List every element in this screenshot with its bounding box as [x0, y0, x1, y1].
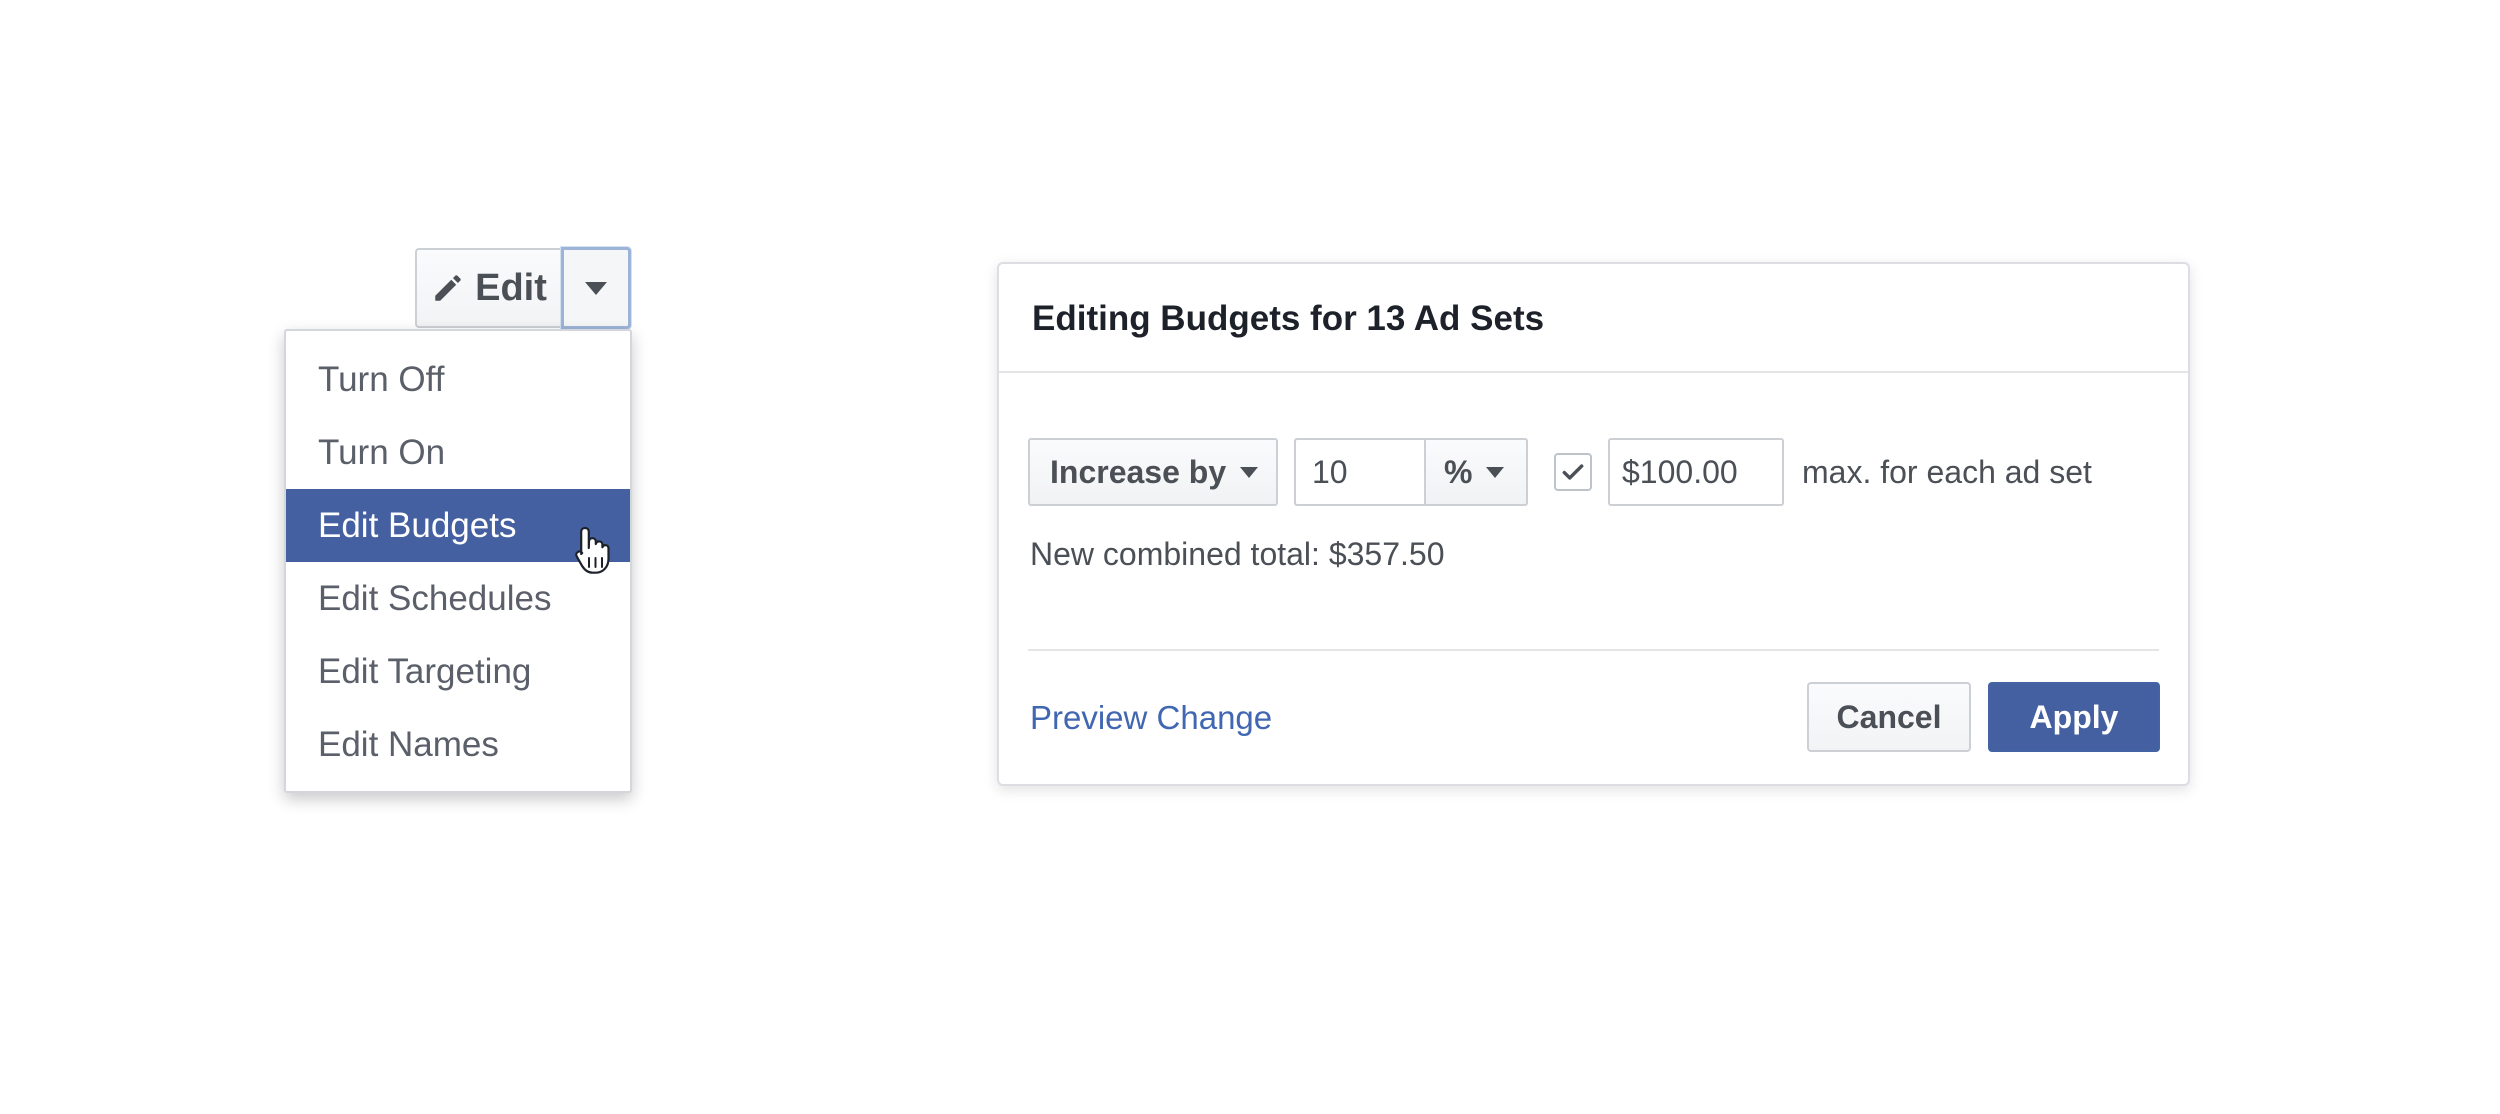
edit-split-button: Edit [415, 247, 631, 330]
preview-change-link[interactable]: Preview Change [1030, 699, 1272, 737]
unit-dropdown[interactable]: % [1424, 438, 1528, 506]
menu-item-label: Edit Budgets [318, 506, 517, 545]
budget-controls: Increase by % max. for each ad set [1028, 438, 2092, 506]
divider [1028, 649, 2159, 651]
change-mode-label: Increase by [1050, 453, 1227, 490]
edit-budgets-dialog: Editing Budgets for 13 Ad Sets Increase … [997, 262, 2190, 786]
menu-item-edit-budgets[interactable]: Edit Budgets [286, 489, 630, 574]
change-mode-dropdown[interactable]: Increase by [1028, 438, 1278, 506]
hand-cursor-icon [575, 526, 610, 574]
menu-item-edit-targeting[interactable]: Edit Targeting [286, 635, 630, 708]
edit-button-label: Edit [475, 266, 547, 309]
checkmark-icon [1562, 464, 1584, 480]
edit-button[interactable]: Edit [415, 248, 561, 328]
max-cap-input[interactable] [1608, 438, 1784, 506]
combined-total-text: New combined total: $357.50 [1030, 536, 1445, 572]
max-cap-label: max. for each ad set [1802, 453, 2092, 490]
unit-label: % [1444, 453, 1473, 490]
chevron-down-icon [1240, 466, 1259, 478]
dialog-title: Editing Budgets for 13 Ad Sets [999, 264, 2188, 373]
apply-button[interactable]: Apply [1988, 682, 2160, 752]
cancel-button[interactable]: Cancel [1807, 682, 1971, 752]
menu-item-turn-off[interactable]: Turn Off [286, 343, 630, 416]
chevron-down-icon [585, 281, 607, 295]
max-cap-checkbox[interactable] [1554, 453, 1592, 491]
edit-dropdown-toggle[interactable] [561, 247, 631, 329]
amount-input[interactable] [1294, 438, 1424, 506]
menu-item-edit-names[interactable]: Edit Names [286, 708, 630, 781]
menu-item-turn-on[interactable]: Turn On [286, 416, 630, 489]
edit-dropdown-menu: Turn Off Turn On Edit Budgets Edit Sched… [284, 329, 632, 793]
pencil-icon [435, 275, 461, 301]
chevron-down-icon [1486, 466, 1505, 478]
